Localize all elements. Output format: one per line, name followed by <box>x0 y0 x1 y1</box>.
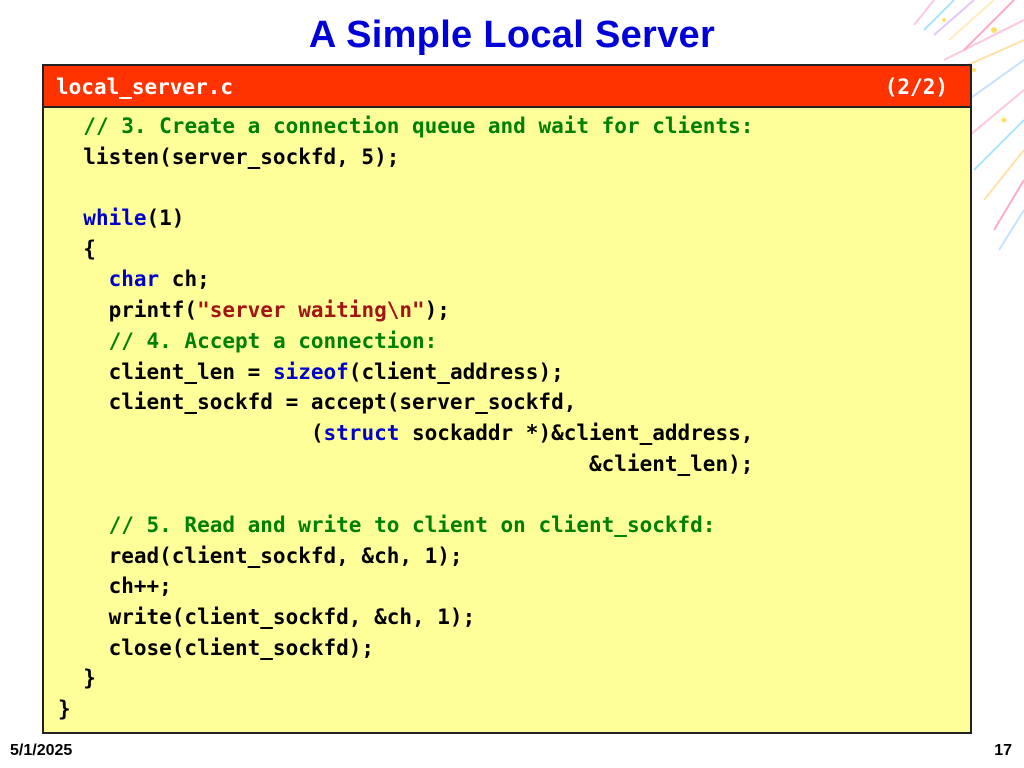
code-box: local_server.c (2/2) // 3. Create a conn… <box>42 64 972 734</box>
code-line: &client_len); <box>58 449 970 480</box>
slide-date: 5/1/2025 <box>10 742 73 759</box>
code-text: (1) <box>146 206 185 231</box>
code-text: ch++; <box>58 574 172 599</box>
code-text: listen(server_sockfd, 5); <box>58 144 400 169</box>
code-line: ch++; <box>58 571 970 602</box>
code-line: (struct sockaddr *)&client_address, <box>58 418 970 449</box>
code-comment: // 5. Read and write to client on client… <box>108 512 716 537</box>
code-string: "server waiting\n" <box>197 298 425 323</box>
code-line: // 3. Create a connection queue and wait… <box>58 111 970 142</box>
code-keyword: struct <box>323 420 400 445</box>
code-text: (client_address); <box>348 359 564 384</box>
code-keyword: while <box>83 206 147 231</box>
code-line: printf("server waiting\n"); <box>58 295 970 326</box>
code-text: } <box>58 666 96 691</box>
code-comment: // 4. Accept a connection: <box>108 328 438 353</box>
code-keyword: sizeof <box>272 359 349 384</box>
code-line: client_len = sizeof(client_address); <box>58 357 970 388</box>
code-line: // 4. Accept a connection: <box>58 326 970 357</box>
code-text: { <box>58 236 96 261</box>
code-text: client_sockfd = accept(server_sockfd, <box>58 390 577 415</box>
slide-page-number: 17 <box>994 742 1012 759</box>
code-line: } <box>58 694 970 725</box>
code-text: ch; <box>159 267 210 292</box>
code-text: write(client_sockfd, &ch, 1); <box>58 605 476 629</box>
code-line: listen(server_sockfd, 5); <box>58 142 970 173</box>
code-text: read(client_sockfd, &ch, 1); <box>58 543 463 568</box>
code-text: close(client_sockfd); <box>58 635 375 660</box>
code-filename: local_server.c <box>56 75 234 99</box>
code-line: read(client_sockfd, &ch, 1); <box>58 541 970 572</box>
code-comment: // 3. Create a connection queue and wait… <box>83 114 754 138</box>
code-line: close(client_sockfd); <box>58 633 970 664</box>
code-text: &client_len); <box>58 451 754 476</box>
code-line: { <box>58 234 970 265</box>
code-keyword: char <box>108 267 160 292</box>
code-part-indicator: (2/2) <box>884 75 948 99</box>
slide-title: A Simple Local Server <box>308 14 716 56</box>
code-text: ); <box>424 298 450 323</box>
code-line: // 5. Read and write to client on client… <box>58 510 970 541</box>
code-line: client_sockfd = accept(server_sockfd, <box>58 387 970 418</box>
code-line: char ch; <box>58 264 970 295</box>
code-text: ( <box>58 420 324 445</box>
code-text: } <box>58 697 71 722</box>
code-line: while(1) <box>58 203 970 234</box>
code-text: printf( <box>58 298 198 323</box>
code-line: } <box>58 663 970 694</box>
code-line: write(client_sockfd, &ch, 1); <box>58 602 970 633</box>
code-text: client_len = <box>58 359 273 384</box>
code-listing: // 3. Create a connection queue and wait… <box>44 111 970 725</box>
code-text: sockaddr *)&client_address, <box>399 420 754 445</box>
code-box-header: local_server.c (2/2) <box>44 66 970 108</box>
